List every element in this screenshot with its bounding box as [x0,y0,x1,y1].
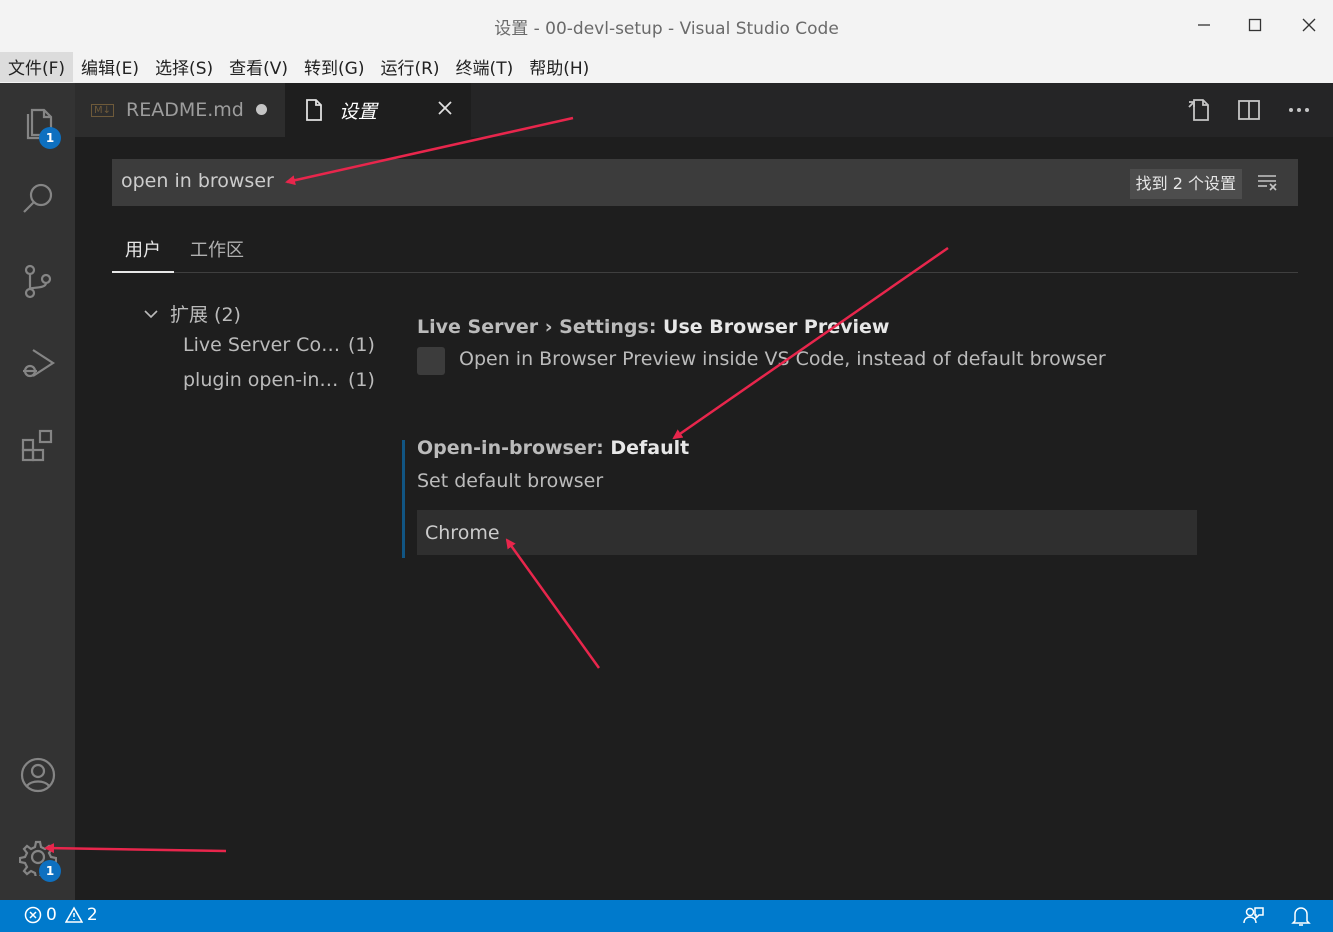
more-actions-button[interactable] [1285,96,1313,124]
default-browser-input[interactable]: Chrome [417,510,1197,555]
manage-badge: 1 [39,860,61,882]
open-file-icon [1188,99,1209,121]
toc-item-label: Live Server Co… [183,334,341,356]
bell-icon[interactable] [1291,905,1311,927]
warning-count: 2 [86,905,98,925]
explorer-badge: 1 [39,127,61,149]
editor-actions [1185,96,1313,124]
maximize-button[interactable] [1243,13,1267,37]
menu-help[interactable]: 帮助(H) [521,52,597,82]
menu-run[interactable]: 运行(R) [372,52,447,82]
setting-key: Use Browser Preview [663,316,890,338]
activity-accounts[interactable] [0,743,75,807]
warning-icon [64,906,83,923]
settings-search-value: open in browser [121,170,274,192]
setting-category: Open-in-browser: [417,437,611,459]
settings-search-input[interactable]: open in browser 找到 2 个设置 [112,159,1298,206]
activity-source-control[interactable] [0,249,75,313]
setting-title-live-server: Live Server › Settings: Use Browser Prev… [417,316,889,338]
tab-settings-label: 设置 [339,100,378,123]
activity-search[interactable] [0,167,75,231]
minimize-button[interactable] [1192,13,1216,37]
setting-focus-indicator [402,440,405,558]
markdown-icon: M↓ [91,103,115,117]
toc-item-count: (1) [348,369,375,391]
status-bar-right [1243,905,1311,927]
feedback-icon[interactable] [1243,905,1265,927]
menu-file[interactable]: 文件(F) [0,51,74,82]
tab-readme-label: README.md [126,99,244,121]
toc-item-label: plugin open-in… [183,369,339,391]
close-button[interactable] [1297,13,1321,37]
annotation-arrow-setting [672,246,949,440]
menu-bar: 文件(F) 编辑(E) 选择(S) 查看(V) 转到(G) 运行(R) 终端(T… [0,50,1333,83]
run-debug-icon [22,349,55,378]
status-bar: 0 2 [0,900,1333,932]
error-icon [24,906,42,924]
tab-workspace[interactable]: 工作区 [190,236,244,262]
menu-terminal[interactable]: 终端(T) [448,52,522,82]
split-editor-icon [1238,100,1260,120]
use-browser-preview-checkbox[interactable] [417,347,445,375]
activity-run-debug[interactable] [0,331,75,395]
clear-filter-icon[interactable] [1256,171,1280,195]
settings-scope-tabs: 用户 工作区 [112,224,1298,273]
tab-readme[interactable]: M↓ README.md [75,83,285,137]
close-icon [438,101,452,115]
more-icon [1289,108,1309,112]
account-icon [20,757,55,793]
maximize-icon [1248,18,1262,32]
error-count: 0 [46,905,57,925]
toc-extensions-label: 扩展 (2) [170,304,241,326]
source-control-icon [24,264,51,299]
activity-explorer[interactable]: 1 [0,89,75,153]
toc-item-open-in-browser[interactable]: plugin open-in… (1) [183,369,375,391]
title-bar: 设置 - 00-devl-setup - Visual Studio Code [0,0,1333,50]
split-editor-button[interactable] [1235,96,1263,124]
setting-title-open-in-browser: Open-in-browser: Default [417,437,689,459]
menu-edit[interactable]: 编辑(E) [73,52,147,82]
minimize-icon [1198,24,1210,26]
toc-item-count: (1) [348,334,375,356]
open-settings-json-button[interactable] [1185,96,1213,124]
setting-category: Live Server › Settings: [417,316,664,338]
editor-tab-bar: M↓ README.md 设置 [75,83,1333,137]
default-browser-value: Chrome [425,522,500,544]
search-icon [22,183,52,213]
search-result-count: 找到 2 个设置 [1129,169,1242,199]
menu-go[interactable]: 转到(G) [296,52,372,82]
toc-extensions[interactable]: 扩展 (2) [142,300,241,327]
close-icon [1302,18,1316,32]
annotation-arrows [44,116,949,854]
activity-extensions[interactable] [0,413,75,477]
file-icon [306,99,322,121]
toc-item-live-server[interactable]: Live Server Co… (1) [183,334,375,356]
activity-bar: 1 1 [0,83,75,900]
unsaved-dot-icon [256,104,267,115]
activity-manage[interactable]: 1 [0,825,75,889]
setting-description: Set default browser [417,470,604,492]
chevron-down-icon [144,309,158,318]
extensions-icon [21,429,52,462]
tab-settings[interactable]: 设置 [285,83,471,137]
tab-close-button[interactable] [433,97,457,121]
problems-indicator[interactable]: 0 2 [24,905,98,925]
annotation-arrow-value [505,538,601,669]
menu-view[interactable]: 查看(V) [221,52,296,82]
window-title: 设置 - 00-devl-setup - Visual Studio Code [494,19,839,39]
menu-selection[interactable]: 选择(S) [147,52,221,82]
setting-key: Default [610,437,690,459]
tab-user[interactable]: 用户 [112,236,174,273]
setting-description: Open in Browser Preview inside VS Code, … [459,348,1106,370]
